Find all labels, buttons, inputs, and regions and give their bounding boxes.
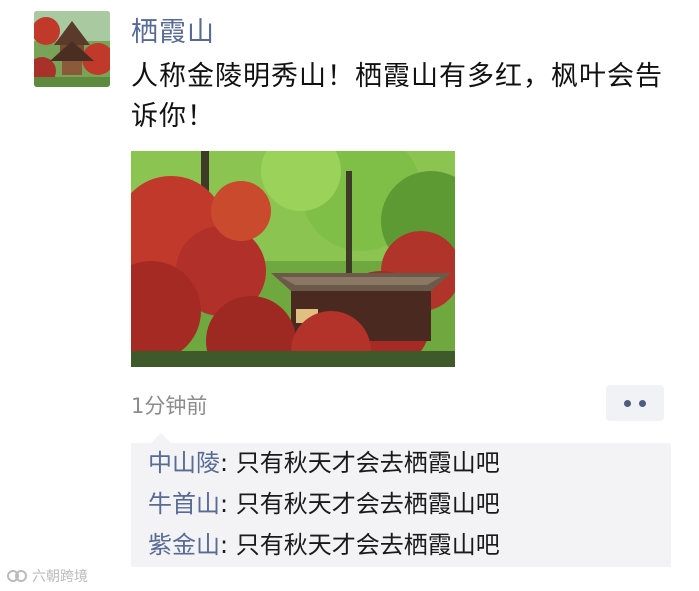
avatar-image — [34, 11, 110, 87]
comment-separator: : — [220, 531, 236, 559]
more-dots-icon — [620, 399, 650, 407]
watermark-logo-icon — [7, 570, 27, 582]
comment-separator: : — [220, 490, 236, 518]
comment-item[interactable]: 牛首山: 只有秋天才会去栖霞山吧 — [148, 489, 500, 519]
comment-author[interactable]: 牛首山 — [148, 490, 220, 518]
comment-item[interactable]: 紫金山: 只有秋天才会去栖霞山吧 — [148, 530, 500, 560]
comment-author[interactable]: 紫金山 — [148, 531, 220, 559]
post-author-name[interactable]: 栖霞山 — [131, 10, 215, 49]
watermark: 六朝跨境 — [6, 566, 88, 586]
post-text: 人称金陵明秀山！栖霞山有多红，枫叶会告诉你！ — [131, 61, 663, 132]
comments-panel: 中山陵: 只有秋天才会去栖霞山吧 牛首山: 只有秋天才会去栖霞山吧 紫金山: 只… — [131, 433, 671, 567]
watermark-text: 六朝跨境 — [32, 569, 88, 585]
comment-text: 只有秋天才会去栖霞山吧 — [235, 490, 500, 518]
avatar[interactable] — [34, 11, 110, 87]
comment-text: 只有秋天才会去栖霞山吧 — [235, 531, 500, 559]
maple-temple-image — [131, 151, 455, 367]
comment-text: 只有秋天才会去栖霞山吧 — [235, 449, 500, 477]
post-time: 1分钟前 — [131, 394, 208, 418]
comment-author[interactable]: 中山陵 — [148, 449, 220, 477]
more-options-button[interactable] — [606, 385, 664, 421]
comments-pointer — [151, 433, 171, 443]
comment-item[interactable]: 中山陵: 只有秋天才会去栖霞山吧 — [148, 448, 500, 478]
comment-separator: : — [220, 449, 236, 477]
post-photo[interactable] — [131, 151, 455, 367]
